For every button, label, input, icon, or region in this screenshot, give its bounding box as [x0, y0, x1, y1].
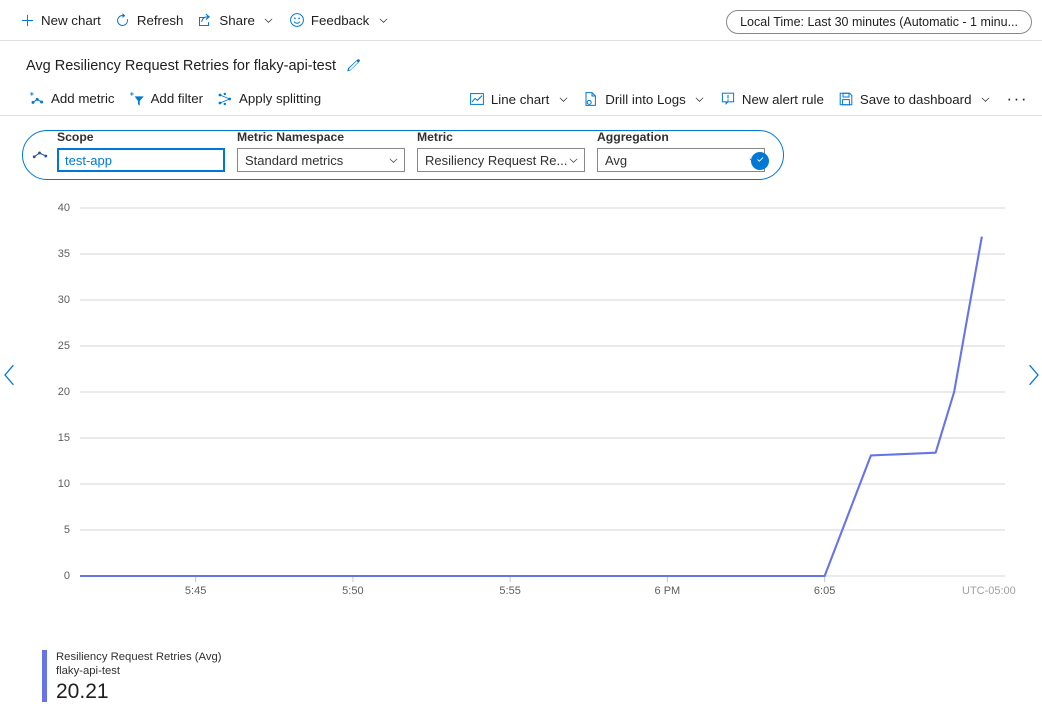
share-label: Share	[219, 13, 254, 28]
line-chart-icon	[469, 91, 485, 107]
time-range-picker[interactable]: Local Time: Last 30 minutes (Automatic -…	[726, 10, 1032, 34]
metric-namespace-label: Metric Namespace	[237, 130, 405, 145]
x-axis-tick: 5:50	[342, 585, 363, 597]
metric-field: Metric Resiliency Request Re...	[417, 130, 585, 172]
chevron-down-icon	[377, 14, 389, 26]
feedback-label: Feedback	[311, 13, 369, 28]
y-axis-tick: 30	[40, 294, 70, 306]
add-filter-label: Add filter	[151, 91, 203, 106]
y-axis-tick: 5	[40, 524, 70, 536]
legend-series-label: Resiliency Request Retries (Avg)	[56, 650, 222, 664]
save-to-dashboard-label: Save to dashboard	[860, 92, 972, 107]
more-commands-button[interactable]: ···	[999, 85, 1036, 113]
aggregation-select[interactable]: Avg	[597, 148, 765, 172]
x-axis-tick: 5:55	[499, 585, 520, 597]
chart-legend: Resiliency Request Retries (Avg) flaky-a…	[42, 650, 222, 705]
share-button[interactable]: Share	[190, 6, 281, 34]
chart-toolbar-right: Line chart Drill into Logs New alert rul…	[462, 85, 1036, 113]
alert-rule-icon	[720, 91, 736, 107]
drill-logs-label: Drill into Logs	[605, 92, 686, 107]
add-filter-button[interactable]: Add filter	[122, 85, 210, 113]
series-line	[80, 237, 982, 576]
scope-label: Scope	[57, 130, 225, 145]
y-axis-tick: 0	[40, 570, 70, 582]
apply-splitting-button[interactable]: Apply splitting	[210, 85, 328, 113]
metric-selector-wrap: Scope test-app Metric Namespace Standard…	[0, 116, 1042, 180]
new-alert-rule-label: New alert rule	[742, 92, 824, 107]
chart-toolbar: Add metric Add filter Apply splitting Li…	[0, 82, 1042, 116]
check-icon	[755, 154, 766, 168]
metrics-line-chart[interactable]	[0, 194, 1042, 614]
y-axis-tick: 25	[40, 340, 70, 352]
feedback-button[interactable]: Feedback	[282, 6, 396, 34]
save-to-dashboard-button[interactable]: Save to dashboard	[831, 85, 999, 113]
metric-selector: Scope test-app Metric Namespace Standard…	[22, 130, 784, 180]
add-metric-icon	[29, 91, 45, 107]
scope-input[interactable]: test-app	[57, 148, 225, 172]
metric-namespace-select[interactable]: Standard metrics	[237, 148, 405, 172]
page-title: Avg Resiliency Request Retries for flaky…	[26, 58, 336, 74]
refresh-button[interactable]: Refresh	[108, 6, 191, 34]
chevron-down-icon	[557, 93, 569, 105]
add-filter-icon	[129, 91, 145, 107]
chevron-down-icon	[387, 154, 399, 166]
legend-resource-label: flaky-api-test	[56, 664, 222, 678]
new-chart-button[interactable]: New chart	[12, 6, 108, 34]
timezone-label: UTC-05:00	[962, 585, 1016, 597]
x-axis-tick: 6 PM	[655, 585, 681, 597]
chevron-down-icon	[980, 93, 992, 105]
metric-value: Resiliency Request Re...	[425, 153, 567, 168]
chart-canvas-area: 0 5 10 15 20 25 30 35 40 5:45 5:50 5:55 6 PM 6:05 UTC-…	[0, 194, 1042, 614]
chevron-down-icon	[567, 154, 579, 166]
y-axis-tick: 20	[40, 386, 70, 398]
aggregation-value: Avg	[605, 153, 747, 168]
legend-text-block: Resiliency Request Retries (Avg) flaky-a…	[56, 650, 222, 705]
metric-label: Metric	[417, 130, 585, 145]
x-axis-tick: 6:05	[814, 585, 835, 597]
drill-logs-icon	[583, 91, 599, 107]
drill-into-logs-button[interactable]: Drill into Logs	[576, 85, 713, 113]
chevron-down-icon	[694, 93, 706, 105]
chart-title-row: Avg Resiliency Request Retries for flaky…	[0, 50, 1042, 82]
legend-current-value: 20.21	[56, 679, 222, 705]
x-axis-tick: 5:45	[185, 585, 206, 597]
metric-select[interactable]: Resiliency Request Re...	[417, 148, 585, 172]
metric-namespace-value: Standard metrics	[245, 153, 387, 168]
new-chart-label: New chart	[41, 13, 101, 28]
chart-type-button[interactable]: Line chart	[462, 85, 576, 113]
metric-scatter-icon	[23, 145, 57, 172]
aggregation-label: Aggregation	[597, 130, 765, 145]
time-range-label: Local Time: Last 30 minutes (Automatic -…	[740, 15, 1018, 29]
y-axis-tick: 40	[40, 202, 70, 214]
y-axis-tick: 15	[40, 432, 70, 444]
apply-splitting-icon	[217, 91, 233, 107]
save-icon	[838, 91, 854, 107]
refresh-label: Refresh	[137, 13, 184, 28]
y-axis-tick: 10	[40, 478, 70, 490]
new-alert-rule-button[interactable]: New alert rule	[713, 85, 831, 113]
share-icon	[197, 12, 213, 28]
chevron-down-icon	[263, 14, 275, 26]
refresh-icon	[115, 12, 131, 28]
add-metric-button[interactable]: Add metric	[22, 85, 122, 113]
add-metric-label: Add metric	[51, 91, 115, 106]
legend-color-swatch	[42, 650, 47, 702]
metric-namespace-field: Metric Namespace Standard metrics	[237, 130, 405, 172]
chart-type-label: Line chart	[491, 92, 549, 107]
apply-splitting-label: Apply splitting	[239, 91, 321, 106]
scope-value: test-app	[65, 153, 218, 168]
smiley-icon	[289, 12, 305, 28]
scope-field: Scope test-app	[57, 130, 225, 172]
plus-icon	[19, 12, 35, 28]
aggregation-field: Aggregation Avg	[597, 130, 765, 172]
apply-metric-button[interactable]	[751, 152, 769, 170]
pencil-icon[interactable]	[345, 58, 361, 74]
top-toolbar: New chart Refresh Share Feedback Local T…	[0, 0, 1042, 41]
y-axis-tick: 35	[40, 248, 70, 260]
